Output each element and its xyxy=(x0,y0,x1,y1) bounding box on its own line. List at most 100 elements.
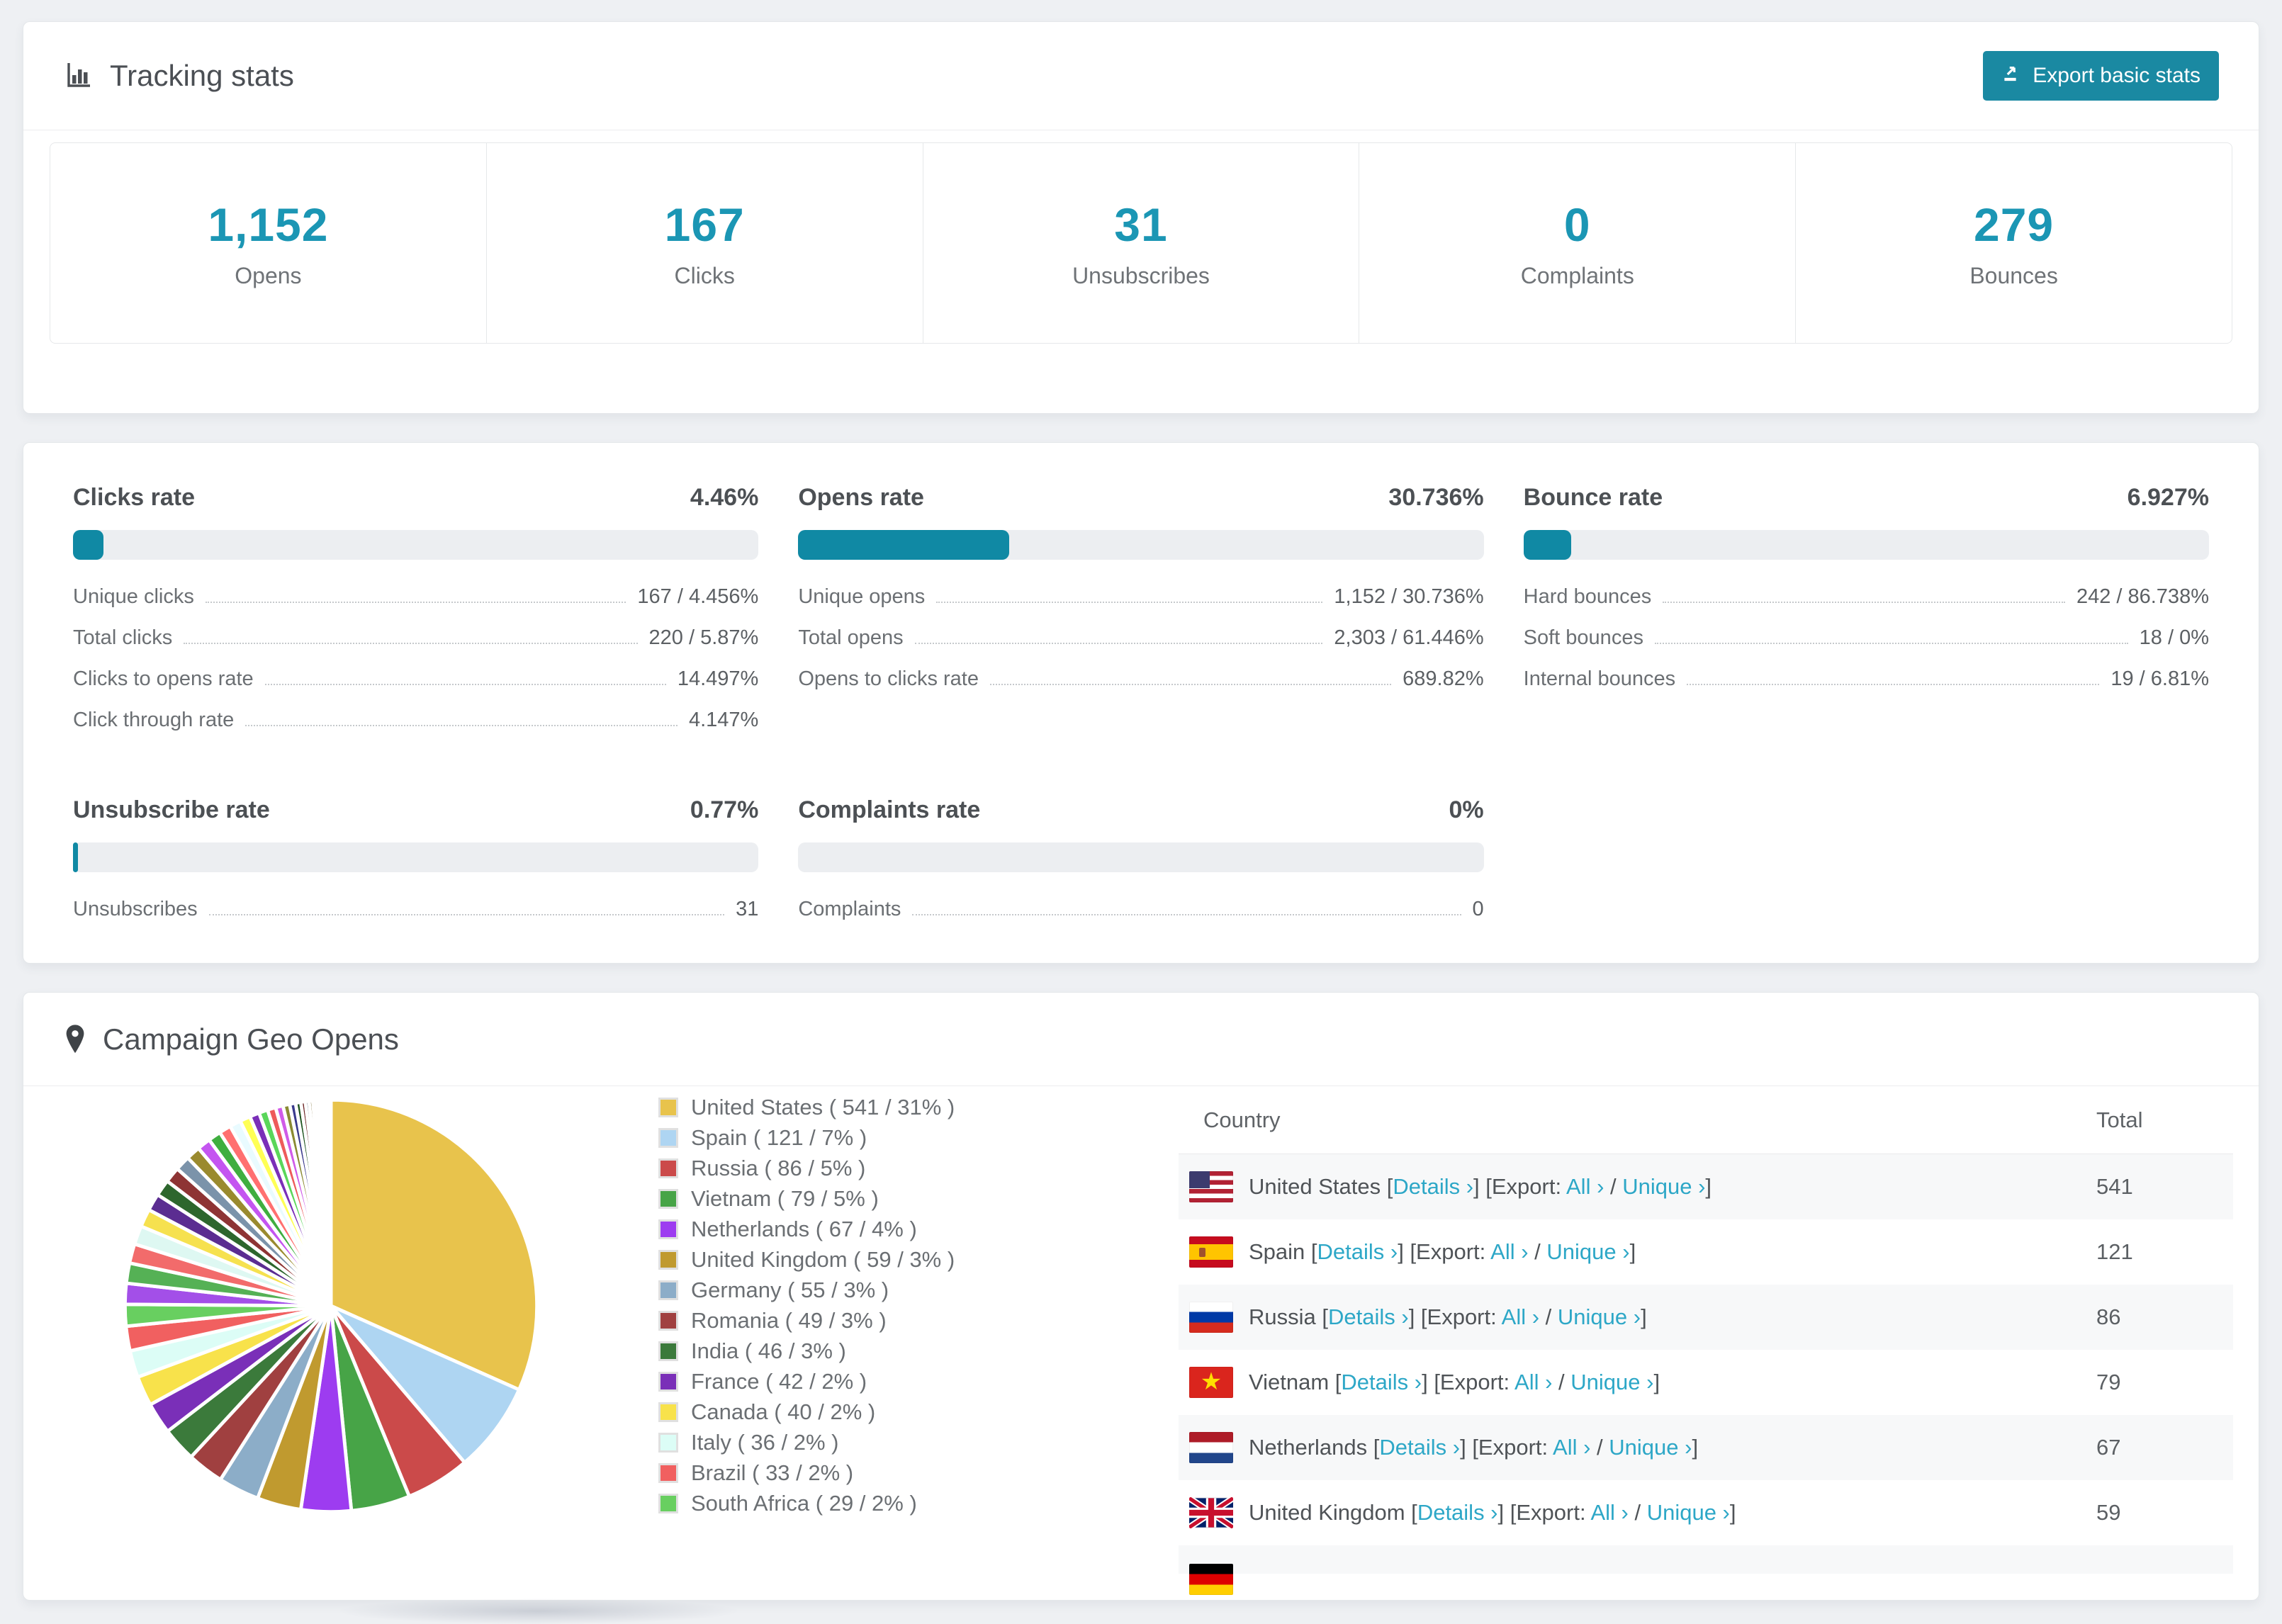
stat-cell-opens: 1,152 Opens xyxy=(50,143,486,343)
stat-label: Bounces xyxy=(1969,262,2058,288)
dotted-leader xyxy=(208,914,725,915)
legend-item: Netherlands ( 67 / 4% ) xyxy=(658,1214,955,1244)
export-all-link[interactable]: All › xyxy=(1553,1435,1590,1460)
legend-item: United Kingdom ( 59 / 3% ) xyxy=(658,1244,955,1275)
rate-value: 0.77% xyxy=(690,796,759,823)
rate-rows: Hard bounces 242 / 86.738% Soft bounces 18 … xyxy=(1524,585,2209,709)
legend-item: Italy ( 36 / 2% ) xyxy=(658,1427,955,1457)
legend-label: Romania ( 49 / 3% ) xyxy=(691,1307,887,1333)
total-cell: 79 xyxy=(2096,1370,2121,1394)
export-all-link[interactable]: All › xyxy=(1490,1239,1528,1264)
legend-swatch xyxy=(658,1310,678,1331)
rate-row-value: 2,303 / 61.446% xyxy=(1334,626,1484,649)
geo-table-row: Russia [Details ›] [Export: All › / Uniq… xyxy=(1179,1285,2233,1350)
es-flag-icon xyxy=(1189,1236,1233,1268)
rate-block-opens-rate: Opens rate 30.736% Unique opens 1,152 / 30.… xyxy=(798,484,1484,750)
pie-slice xyxy=(328,1098,333,1308)
rate-row: Unique clicks 167 / 4.456% xyxy=(73,585,758,626)
export-basic-stats-button[interactable]: Export basic stats xyxy=(1983,51,2219,101)
details-link[interactable]: Details › xyxy=(1328,1304,1409,1329)
geo-opens-header: Campaign Geo Opens xyxy=(23,993,2259,1086)
legend-label: Italy ( 36 / 2% ) xyxy=(691,1429,839,1455)
rate-head: Clicks rate 4.46% xyxy=(73,484,758,512)
export-unique-link[interactable]: Unique › xyxy=(1558,1304,1641,1329)
geo-table-row: United States [Details ›] [Export: All ›… xyxy=(1179,1154,2233,1219)
export-all-link[interactable]: All › xyxy=(1566,1174,1604,1199)
export-all-link[interactable]: All › xyxy=(1514,1370,1552,1394)
page-title: Tracking stats xyxy=(110,59,294,92)
stat-label: Complaints xyxy=(1520,262,1634,288)
stat-value: 167 xyxy=(664,198,745,251)
legend-swatch xyxy=(658,1127,678,1148)
de-flag-icon xyxy=(1189,1564,1233,1595)
total-cell: 541 xyxy=(2096,1174,2133,1199)
stat-cell-complaints: 0 Complaints xyxy=(1359,143,1795,343)
legend-label: Vietnam ( 79 / 5% ) xyxy=(691,1185,879,1211)
rate-progress-fill xyxy=(798,530,1009,560)
rate-title: Clicks rate xyxy=(73,484,195,511)
rate-progress-track xyxy=(73,530,759,560)
details-link[interactable]: Details › xyxy=(1317,1239,1398,1264)
export-all-link[interactable]: All › xyxy=(1590,1500,1628,1525)
legend-label: India ( 46 / 3% ) xyxy=(691,1338,846,1363)
total-column-header: Total xyxy=(2096,1107,2143,1132)
rate-row-label: Total opens xyxy=(798,626,904,649)
rate-row: Soft bounces 18 / 0% xyxy=(1524,626,2209,667)
details-link[interactable]: Details › xyxy=(1393,1174,1473,1199)
stat-label: Opens xyxy=(235,262,302,288)
tracking-stats-page: { "header": { "title": "Tracking stats",… xyxy=(0,0,2282,1624)
rate-progress-track xyxy=(798,530,1484,560)
rate-row-label: Internal bounces xyxy=(1523,667,1676,690)
legend-swatch xyxy=(658,1432,678,1453)
country-cell: United States [Details ›] [Export: All ›… xyxy=(1249,1174,1712,1199)
dotted-leader xyxy=(912,914,1461,915)
details-link[interactable]: Details › xyxy=(1341,1370,1422,1394)
rate-row-value: 220 / 5.87% xyxy=(648,626,759,649)
rate-title: Bounce rate xyxy=(1523,484,1663,511)
rate-row-value: 1,152 / 30.736% xyxy=(1334,585,1484,608)
details-link[interactable]: Details › xyxy=(1417,1500,1498,1525)
legend-swatch xyxy=(658,1219,678,1239)
rate-value: 4.46% xyxy=(690,484,759,511)
legend-item: Russia ( 86 / 5% ) xyxy=(658,1153,955,1183)
export-all-link[interactable]: All › xyxy=(1502,1304,1539,1329)
export-unique-link[interactable]: Unique › xyxy=(1647,1500,1730,1525)
stat-cell-bounces: 279 Bounces xyxy=(1795,143,2232,343)
legend-swatch xyxy=(658,1158,678,1178)
dotted-leader xyxy=(936,602,1323,603)
legend-item: United States ( 541 / 31% ) xyxy=(658,1092,955,1122)
stat-value: 31 xyxy=(1114,198,1168,251)
details-link[interactable]: Details › xyxy=(1379,1435,1460,1460)
stat-label: Unsubscribes xyxy=(1072,262,1210,288)
rate-row-value: 18 / 0% xyxy=(2139,626,2209,649)
geo-table-header: Country Total xyxy=(1179,1086,2233,1154)
geo-pie-chart xyxy=(111,1086,551,1526)
legend-item: Canada ( 40 / 2% ) xyxy=(658,1397,955,1427)
export-unique-link[interactable]: Unique › xyxy=(1570,1370,1653,1394)
legend-swatch xyxy=(658,1097,678,1117)
legend-label: United Kingdom ( 59 / 3% ) xyxy=(691,1246,955,1272)
rate-row: Click through rate 4.147% xyxy=(73,709,758,750)
rate-title: Opens rate xyxy=(798,484,924,511)
rate-row-label: Unsubscribes xyxy=(73,898,198,920)
rate-row-label: Total clicks xyxy=(73,626,173,649)
rate-progress-track xyxy=(73,842,759,872)
rate-block-unsubscribe-rate: Unsubscribe rate 0.77% Unsubscribes 31 xyxy=(73,796,759,939)
rate-rows: Unique opens 1,152 / 30.736% Total opens 2,… xyxy=(798,585,1483,709)
rate-row: Unsubscribes 31 xyxy=(73,898,758,939)
geo-table: Country Total United States [Details ›] … xyxy=(1179,1086,2233,1600)
card-shadow xyxy=(340,1598,737,1624)
rate-row-label: Clicks to opens rate xyxy=(73,667,254,690)
rate-row-label: Soft bounces xyxy=(1523,626,1643,649)
rate-row-label: Complaints xyxy=(798,898,901,920)
legend-swatch xyxy=(658,1249,678,1270)
export-unique-link[interactable]: Unique › xyxy=(1622,1174,1705,1199)
legend-item: Brazil ( 33 / 2% ) xyxy=(658,1457,955,1488)
geo-table-row xyxy=(1179,1545,2233,1595)
dotted-leader xyxy=(184,643,638,644)
legend-label: France ( 42 / 2% ) xyxy=(691,1368,867,1394)
rate-head: Complaints rate 0% xyxy=(798,796,1483,824)
export-unique-link[interactable]: Unique › xyxy=(1609,1435,1692,1460)
legend-swatch xyxy=(658,1280,678,1300)
export-unique-link[interactable]: Unique › xyxy=(1546,1239,1629,1264)
